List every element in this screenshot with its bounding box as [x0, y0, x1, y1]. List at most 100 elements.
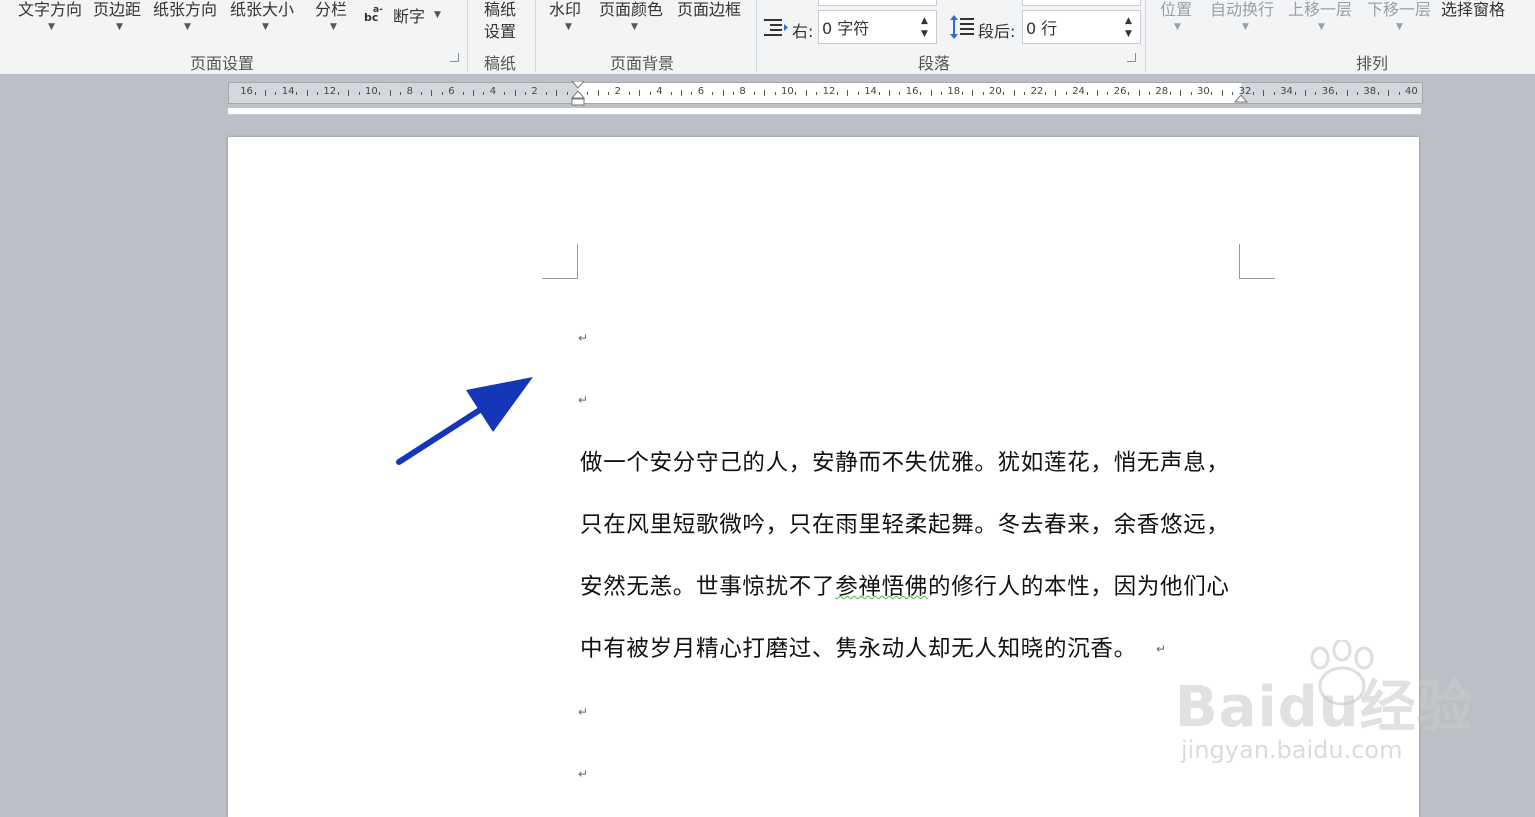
watermark-button[interactable]: 水印 [549, 0, 581, 20]
ruler-tick [483, 91, 485, 95]
chevron-down-icon[interactable]: ▼ [262, 22, 269, 32]
spin-up-icon[interactable]: ▲ [921, 16, 928, 26]
group-divider [756, 0, 757, 72]
ruler-tick [1086, 91, 1088, 95]
ruler-number: 4 [489, 86, 497, 97]
hyphenation-button[interactable]: 断字 [393, 3, 425, 27]
ruler-tick [889, 90, 890, 96]
svg-text:a-: a- [373, 5, 383, 15]
ruler-tick [254, 91, 256, 95]
chevron-down-icon[interactable]: ▼ [631, 22, 638, 32]
ruler-number: 6 [448, 86, 455, 97]
ruler-tick [317, 91, 318, 95]
ruler-tick [1211, 91, 1213, 95]
spin-down-icon[interactable]: ▼ [921, 29, 928, 39]
ruler-tick [899, 91, 901, 95]
position-button[interactable]: 位置 [1160, 0, 1192, 20]
text-direction-button[interactable]: 文字方向 [18, 0, 82, 20]
ruler-tick [681, 90, 682, 96]
watermark-brand: Baidu经验 [1175, 675, 1474, 740]
columns-button[interactable]: 分栏 [315, 0, 347, 20]
bring-forward-button[interactable]: 上移一层 [1288, 0, 1352, 20]
ruler-tick [1273, 91, 1275, 95]
spin-up-icon[interactable]: ▲ [1125, 16, 1132, 26]
indent-marker-icon[interactable] [571, 81, 585, 107]
text-line[interactable]: 安然无恙。世事惊扰不了参禅悟佛的修行人的本性，因为他们心 [580, 569, 1230, 601]
ruler-tick [805, 90, 807, 96]
ruler-tick [441, 91, 443, 95]
chevron-down-icon[interactable]: ▼ [434, 10, 441, 20]
ruler-tick [1294, 91, 1296, 95]
group-divider [467, 0, 468, 72]
ruler-number: 40 [1405, 86, 1418, 97]
spacing-before-field[interactable] [1022, 0, 1141, 6]
text-line[interactable]: 做一个安分守己的人，安静而不失优雅。犹如莲花，悄无声息， [580, 445, 1230, 477]
chevron-down-icon[interactable]: ▼ [48, 22, 55, 32]
chevron-down-icon[interactable]: ▼ [1396, 22, 1403, 32]
margin-corner-mark [1239, 244, 1240, 279]
text-line[interactable]: 只在风里短歌微吟，只在雨里轻柔起舞。冬去春来，余香悠远， [580, 507, 1230, 539]
spin-down-icon[interactable]: ▼ [1125, 29, 1132, 39]
chevron-down-icon[interactable]: ▼ [1242, 22, 1249, 32]
ruler-tick [629, 91, 630, 95]
paragraph-mark: ↵ [578, 331, 589, 345]
ruler-tick [972, 90, 974, 96]
ruler-tick [774, 91, 776, 95]
chevron-down-icon[interactable]: ▼ [116, 22, 123, 32]
dialog-launcher-icon[interactable] [450, 53, 459, 62]
grammar-underline[interactable]: 参禅悟佛 [835, 574, 928, 600]
baidu-watermark: Baidu经验 jingyan.baidu.com [1175, 640, 1515, 770]
draft-paper-button-line2[interactable]: 设置 [484, 18, 516, 42]
spacing-after-label: 段后: [978, 22, 1016, 41]
wrap-text-button[interactable]: 自动换行 [1210, 0, 1274, 20]
chevron-down-icon[interactable]: ▼ [1318, 22, 1325, 32]
group-label-paragraph: 段落 [918, 54, 951, 73]
text-line[interactable]: 中有被岁月精心打磨过、隽永动人却无人知晓的沉香。 [580, 631, 1137, 663]
ruler-tick [1045, 91, 1046, 95]
chevron-down-icon[interactable]: ▼ [184, 22, 191, 32]
ruler-tick [795, 91, 797, 95]
ruler-number: 26 [1113, 86, 1127, 97]
ruler-number: 2 [531, 86, 538, 97]
ruler-tick [847, 90, 849, 96]
size-button[interactable]: 纸张大小 [230, 0, 294, 20]
group-label-draft-paper: 稿纸 [484, 54, 517, 73]
indent-left-field[interactable] [818, 0, 937, 6]
ruler-tick [421, 91, 422, 95]
ruler-tick [733, 91, 734, 95]
ruler-number: 34 [1280, 86, 1293, 97]
ruler-tick [1149, 91, 1150, 95]
ruler-number: 10 [365, 86, 378, 97]
draft-paper-button[interactable]: 稿纸 [484, 0, 516, 20]
margins-button[interactable]: 页边距 [93, 0, 141, 20]
group-label-page-background: 页面背景 [610, 54, 675, 73]
ruler-tick [504, 91, 506, 95]
page-color-button[interactable]: 页面颜色 [599, 0, 663, 20]
dialog-launcher-icon[interactable] [1127, 53, 1136, 62]
ruler-tick [691, 91, 693, 95]
ruler-tick [1263, 90, 1265, 96]
ruler-tick [462, 91, 464, 95]
ruler-number: 4 [656, 86, 663, 97]
spacing-after-field[interactable]: 0 行 ▲ ▼ [1022, 10, 1141, 44]
page-borders-button[interactable]: 页面边框 [677, 0, 741, 20]
ruler-tick [514, 90, 516, 96]
ruler-tick [1190, 91, 1192, 95]
chevron-down-icon[interactable]: ▼ [1174, 22, 1181, 32]
ruler-tick [837, 91, 838, 95]
ruler-number: 36 [1321, 86, 1335, 97]
selection-pane-button[interactable]: 选择窗格 [1441, 0, 1505, 20]
send-backward-button[interactable]: 下移一层 [1367, 0, 1431, 20]
ruler-number: 8 [406, 86, 413, 97]
ruler-tick [1398, 91, 1400, 95]
chevron-down-icon[interactable]: ▼ [565, 22, 572, 32]
indent-right-icon [764, 17, 788, 43]
orientation-button[interactable]: 纸张方向 [153, 0, 217, 20]
ruler-tick [296, 91, 298, 95]
indent-right-label: 右: [792, 22, 814, 41]
paragraph-mark: ↵ [578, 767, 589, 781]
chevron-down-icon[interactable]: ▼ [330, 22, 337, 32]
ruler-number: 22 [1030, 86, 1044, 97]
horizontal-ruler[interactable]: 16 14 12 10 8 6 4 2 2 4 6 8 10 12 14 16 18 20 22 24 26 28 30 32… [228, 81, 1423, 107]
indent-right-field[interactable]: 0 字符 ▲ ▼ [818, 10, 937, 44]
